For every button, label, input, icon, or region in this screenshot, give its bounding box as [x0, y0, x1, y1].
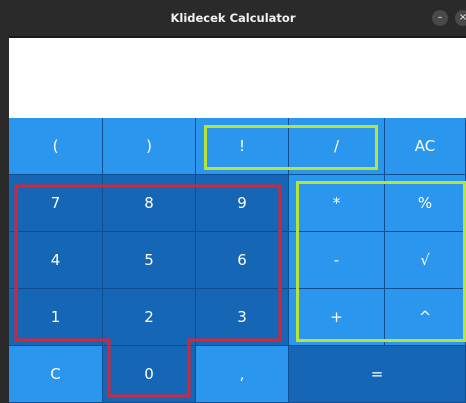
minimize-icon[interactable]: –: [432, 10, 448, 26]
key-8[interactable]: 8: [103, 175, 196, 232]
window-left-edge: [0, 36, 9, 403]
key-9[interactable]: 9: [196, 175, 289, 232]
key-equals[interactable]: =: [289, 346, 466, 403]
key-4[interactable]: 4: [9, 232, 103, 289]
key-all-clear[interactable]: AC: [385, 118, 466, 175]
key-7[interactable]: 7: [9, 175, 103, 232]
key-5[interactable]: 5: [103, 232, 196, 289]
key-percent[interactable]: %: [385, 175, 466, 232]
key-power[interactable]: ^: [385, 289, 466, 346]
key-2[interactable]: 2: [103, 289, 196, 346]
key-decimal[interactable]: ,: [196, 346, 289, 403]
key-0[interactable]: 0: [103, 346, 196, 403]
key-6[interactable]: 6: [196, 232, 289, 289]
key-3[interactable]: 3: [196, 289, 289, 346]
key-multiply[interactable]: *: [289, 175, 385, 232]
close-icon[interactable]: ×: [455, 10, 466, 26]
title-bar: Klidecek Calculator – ×: [0, 0, 466, 36]
key-1[interactable]: 1: [9, 289, 103, 346]
key-plus[interactable]: +: [289, 289, 385, 346]
key-close-paren[interactable]: ): [103, 118, 196, 175]
window-title: Klidecek Calculator: [170, 11, 296, 25]
key-minus[interactable]: -: [289, 232, 385, 289]
key-open-paren[interactable]: (: [9, 118, 103, 175]
key-clear[interactable]: C: [9, 346, 103, 403]
key-factorial[interactable]: !: [196, 118, 289, 175]
key-sqrt[interactable]: √: [385, 232, 466, 289]
calculator-display: [9, 38, 466, 118]
key-divide[interactable]: /: [289, 118, 385, 175]
